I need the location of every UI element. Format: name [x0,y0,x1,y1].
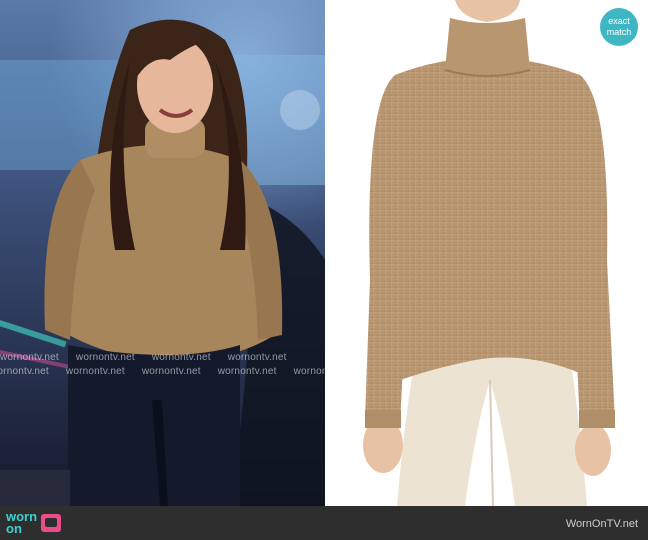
watermark-text: wornontv.net [65,366,125,377]
watermark-text: wornontv.net [227,352,287,363]
tv-still: wornontv.net wornontv.net wornontv.net w… [0,0,325,506]
watermark-text: wornontv.net [0,366,49,377]
watermark-row: wornontv.net wornontv.net wornontv.net w… [0,366,325,377]
tv-still-illustration [0,0,325,506]
product-illustration [325,0,648,506]
watermark-text: wornontv.net [75,352,135,363]
watermark-text: wornontv.net [217,366,277,377]
site-logo[interactable]: worn on [6,509,62,537]
badge-line-2: match [606,27,632,37]
exact-match-badge: exact match [600,8,638,46]
watermark-text: wornontv.net [141,366,201,377]
logo-wordmark: worn on [6,510,37,536]
product-photo [325,0,648,506]
footer-bar [0,506,648,540]
watermark-text: wornontv.net [151,352,211,363]
badge-line-1: exact [608,16,630,26]
watermark-row: wornontv.net wornontv.net wornontv.net w… [0,352,325,363]
watermark-text: wornontv.net [293,366,325,377]
site-label: WornOnTV.net [565,518,638,530]
tv-icon [41,514,62,532]
logo-word-2: on [6,521,22,536]
watermark-text: wornontv.net [0,352,59,363]
